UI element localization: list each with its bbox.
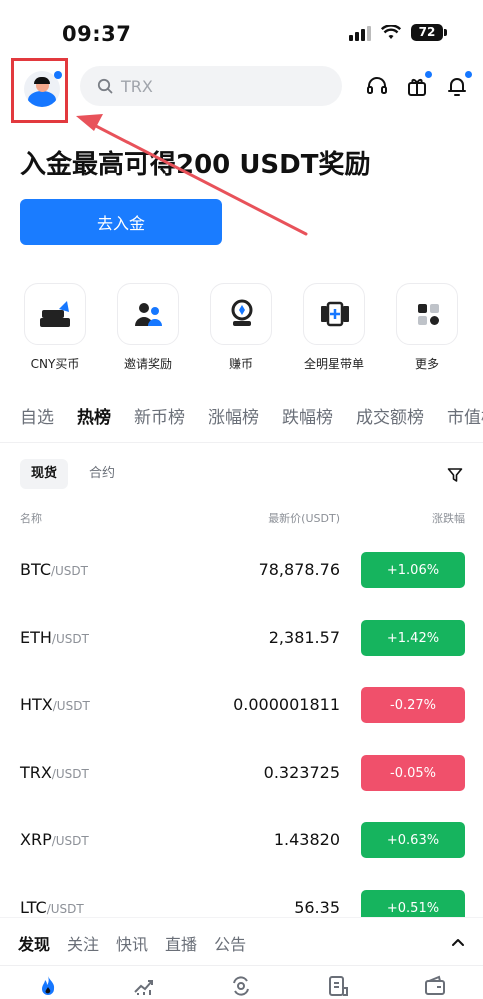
last-price: 56.35 <box>294 898 340 917</box>
news-tab-live[interactable]: 直播 <box>165 931 197 955</box>
column-header-name: 名称 <box>20 512 42 525</box>
wifi-icon <box>381 24 401 39</box>
quick-action-earn[interactable]: 赚币 <box>196 283 286 372</box>
quick-action-label: 更多 <box>414 357 439 371</box>
divider <box>0 442 483 443</box>
change-badge[interactable]: +1.06% <box>361 552 465 588</box>
avatar-notification-dot <box>54 71 62 79</box>
battery-indicator: 72 <box>411 24 447 41</box>
more-icon <box>396 283 458 345</box>
search-icon <box>97 78 113 94</box>
sub-tabs: 现货 合约 <box>20 459 126 489</box>
quick-action-label: 邀请奖励 <box>123 357 172 371</box>
trade-exchange-icon[interactable] <box>229 974 253 998</box>
gift-icon[interactable] <box>405 71 432 98</box>
last-price: 78,878.76 <box>258 560 340 579</box>
news-tab-discover[interactable]: 发现 <box>18 931 50 955</box>
tab-market-cap[interactable]: 市值榜 <box>447 403 483 437</box>
earn-icon <box>210 283 272 345</box>
last-price: 0.000001811 <box>233 695 340 714</box>
top-bar: TRX <box>0 58 483 123</box>
quick-action-label: 全明星带单 <box>303 357 364 371</box>
tab-hot[interactable]: 热榜 <box>77 403 111 437</box>
table-row[interactable]: TRX/USDT 0.323725 -0.05% <box>0 741 483 809</box>
news-tab-announcements[interactable]: 公告 <box>214 931 246 955</box>
pair-name: BTC/USDT <box>20 560 88 579</box>
quick-action-invite[interactable]: 邀请奖励 <box>103 283 193 372</box>
quick-action-cny-buy[interactable]: CNY买币 <box>10 283 100 372</box>
change-badge[interactable]: +0.63% <box>361 822 465 858</box>
table-row[interactable]: HTX/USDT 0.000001811 -0.27% <box>0 673 483 741</box>
column-header-change: 涨跌幅 <box>432 512 465 525</box>
tab-volume[interactable]: 成交额榜 <box>356 403 424 437</box>
invite-icon <box>117 283 179 345</box>
news-tabs: 发现 关注 快讯 直播 公告 <box>18 931 246 955</box>
pair-name: TRX/USDT <box>20 763 89 782</box>
column-header-price: 最新价(USDT) <box>268 512 340 525</box>
tab-losers[interactable]: 跌幅榜 <box>282 403 333 437</box>
news-tab-following[interactable]: 关注 <box>67 931 99 955</box>
banner-title: 入金最高可得200 USDT奖励 <box>20 150 371 180</box>
last-price: 2,381.57 <box>268 628 340 647</box>
bell-icon[interactable] <box>445 71 472 98</box>
market-chart-icon[interactable] <box>132 974 156 998</box>
tab-watchlist[interactable]: 自选 <box>20 403 54 437</box>
deposit-button[interactable]: 去入金 <box>20 199 222 245</box>
home-flame-icon[interactable] <box>36 974 60 998</box>
last-price: 0.323725 <box>263 763 340 782</box>
quick-actions: CNY买币 邀请奖励 赚币 全明星带单 更多 <box>0 283 483 383</box>
support-headset-icon[interactable] <box>365 74 389 98</box>
status-icons: 72 <box>349 24 447 41</box>
wallet-icon[interactable] <box>423 974 447 998</box>
quick-action-label: CNY买币 <box>30 357 80 371</box>
quick-action-label: 赚币 <box>228 357 253 371</box>
orders-document-icon[interactable] <box>326 974 350 998</box>
subtab-spot[interactable]: 现货 <box>20 459 69 489</box>
search-input[interactable]: TRX <box>80 66 342 106</box>
filter-icon[interactable] <box>447 467 463 483</box>
pair-name: LTC/USDT <box>20 898 84 917</box>
change-badge[interactable]: -0.27% <box>361 687 465 723</box>
status-bar: 09:37 72 <box>0 0 483 60</box>
chevron-up-icon[interactable] <box>450 934 466 950</box>
change-badge[interactable]: +1.42% <box>361 620 465 656</box>
news-tab-flash[interactable]: 快讯 <box>116 931 148 955</box>
market-tabs: 自选 热榜 新币榜 涨幅榜 跌幅榜 成交额榜 市值榜 <box>20 403 483 437</box>
last-price: 1.43820 <box>273 830 340 849</box>
bottom-nav <box>0 965 483 999</box>
status-time: 09:37 <box>62 22 132 46</box>
pair-name: XRP/USDT <box>20 830 89 849</box>
quick-action-copy-trade[interactable]: 全明星带单 <box>289 283 379 372</box>
quick-action-more[interactable]: 更多 <box>382 283 472 372</box>
tab-new-coins[interactable]: 新币榜 <box>134 403 185 437</box>
table-row[interactable]: BTC/USDT 78,878.76 +1.06% <box>0 538 483 606</box>
pair-name: HTX/USDT <box>20 695 90 714</box>
cny-buy-icon <box>24 283 86 345</box>
copy-trade-icon <box>303 283 365 345</box>
subtab-futures[interactable]: 合约 <box>78 459 126 489</box>
search-placeholder: TRX <box>121 76 153 96</box>
pair-name: ETH/USDT <box>20 628 89 647</box>
avatar-highlight-box[interactable] <box>11 58 68 123</box>
change-badge[interactable]: -0.05% <box>361 755 465 791</box>
table-row[interactable]: ETH/USDT 2,381.57 +1.42% <box>0 606 483 674</box>
gift-notification-dot <box>425 71 432 78</box>
tab-gainers[interactable]: 涨幅榜 <box>208 403 259 437</box>
news-bar: 发现 关注 快讯 直播 公告 <box>0 917 483 965</box>
bell-notification-dot <box>465 71 472 78</box>
cellular-signal-icon <box>349 25 371 41</box>
table-row[interactable]: XRP/USDT 1.43820 +0.63% <box>0 808 483 876</box>
